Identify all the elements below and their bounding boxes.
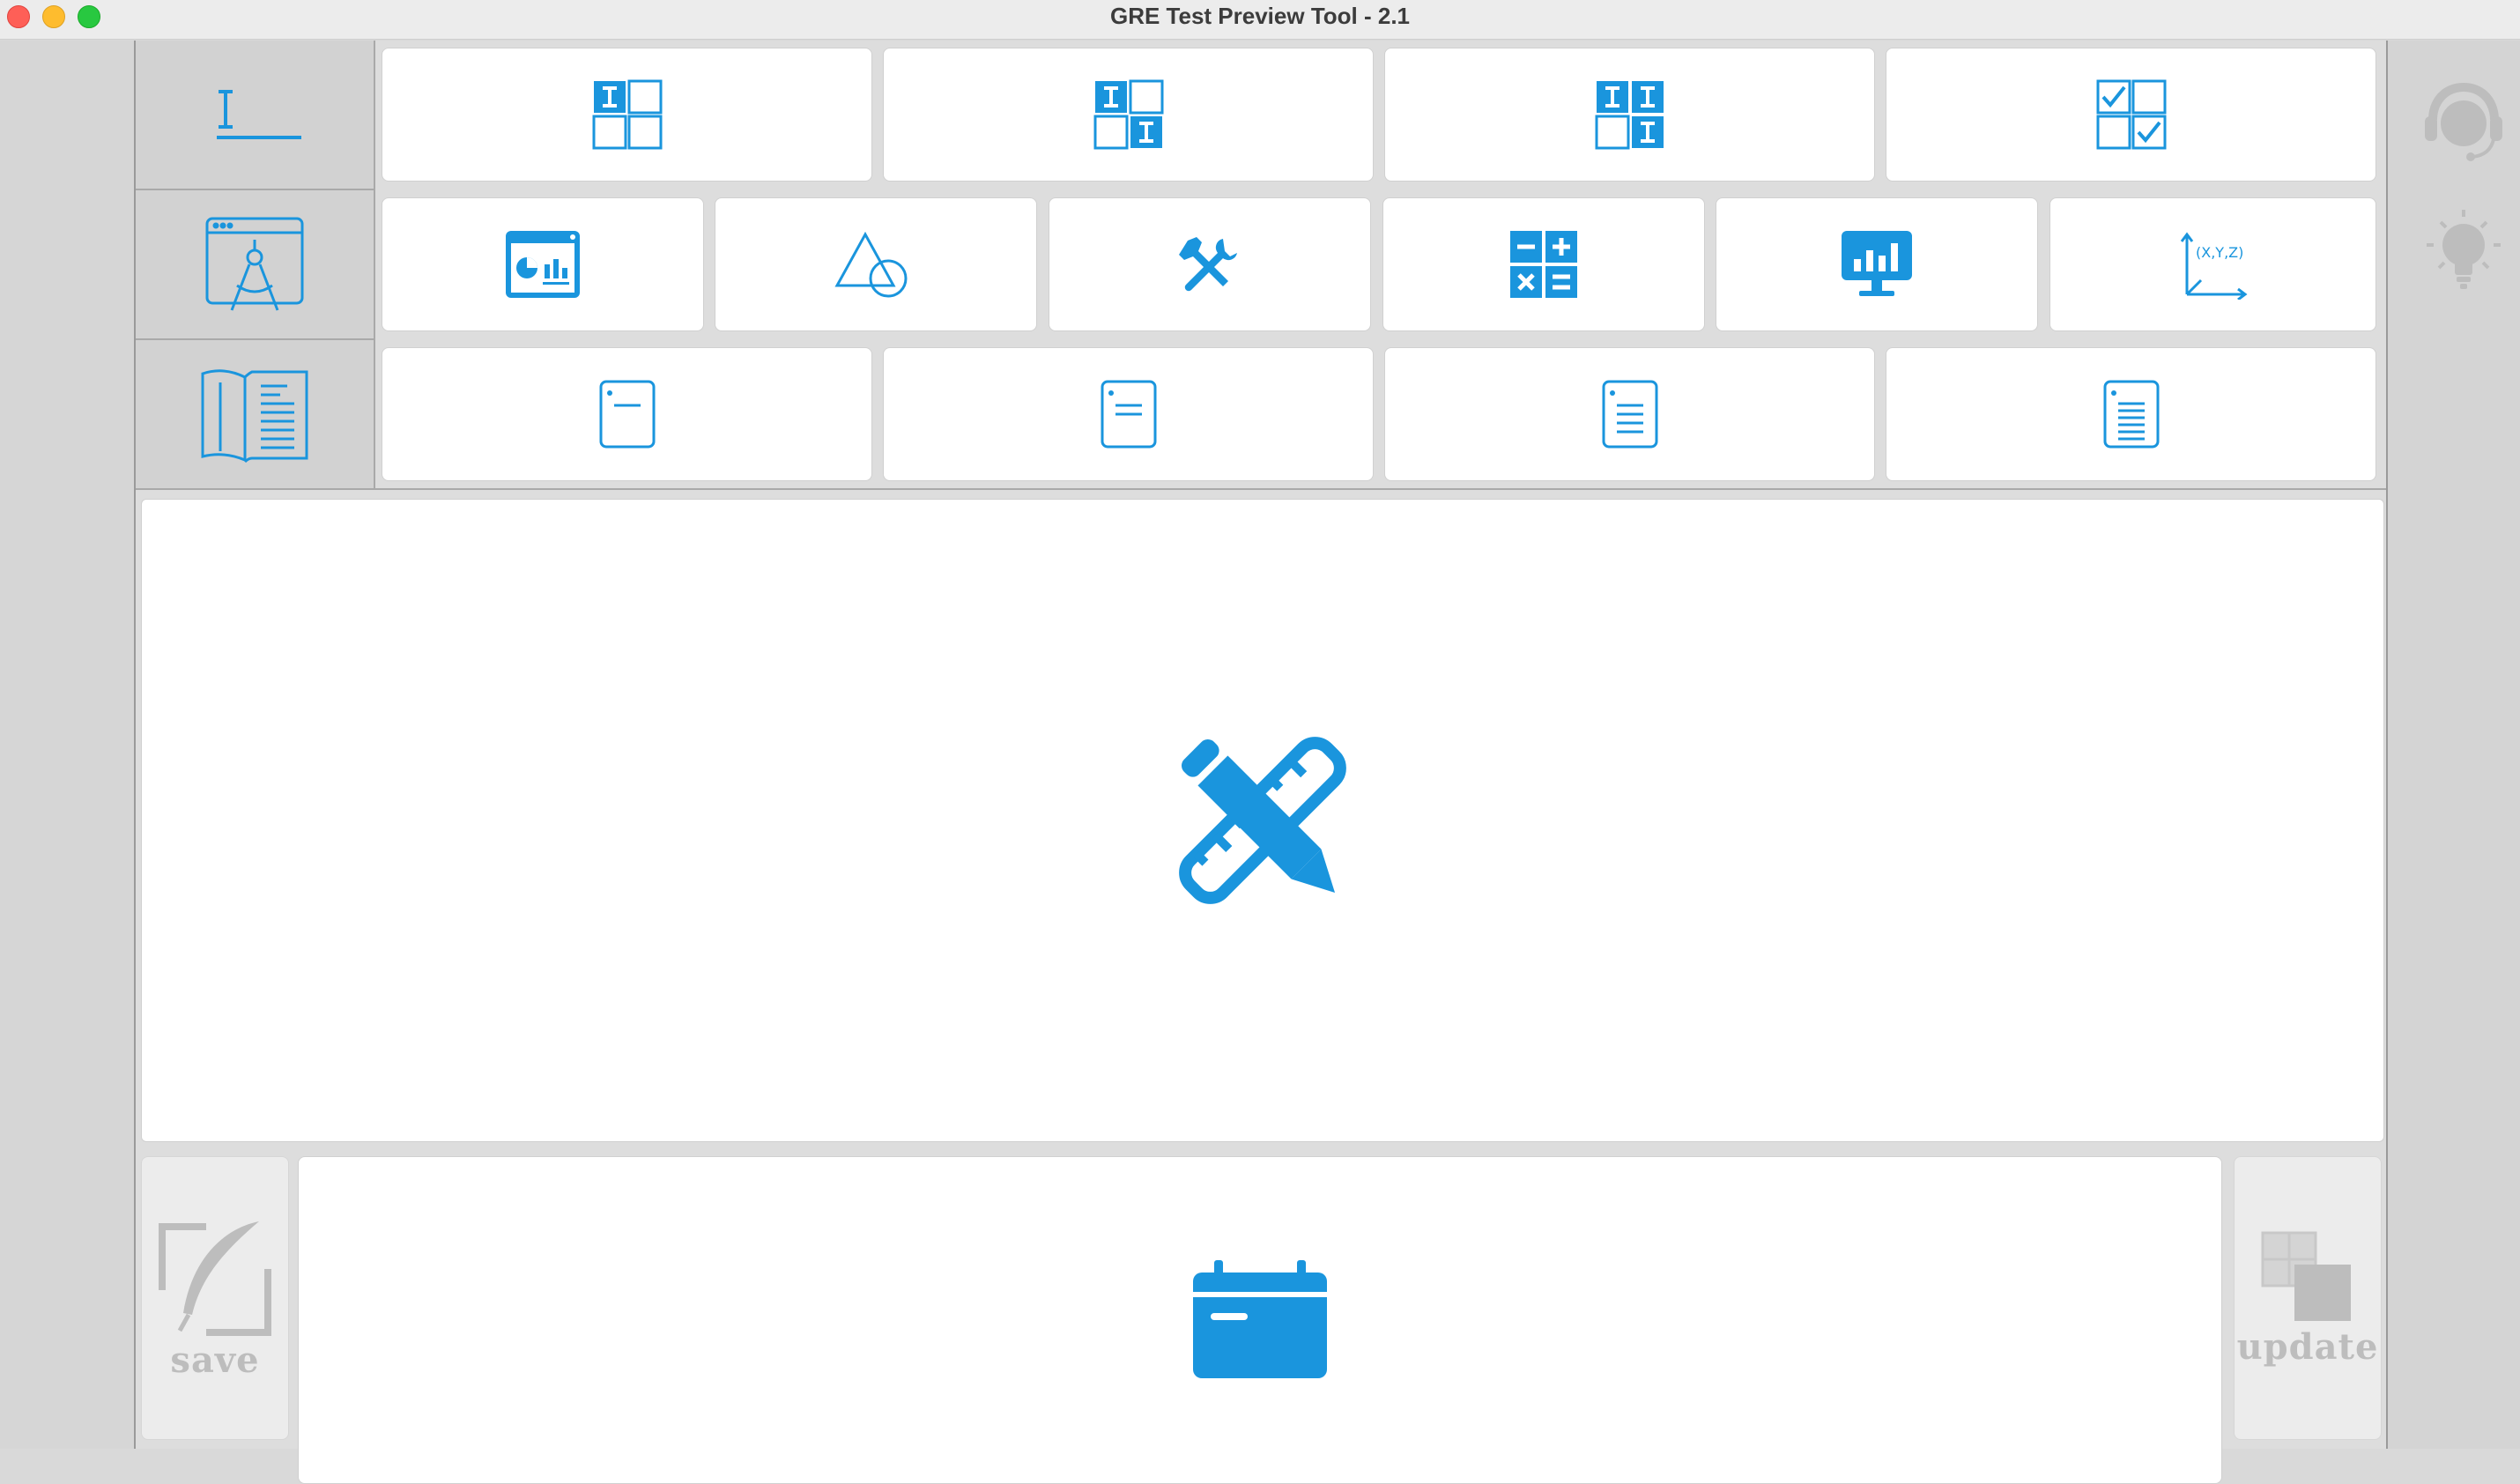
row-header-reading[interactable] xyxy=(136,340,375,490)
data-dashboard-icon xyxy=(506,231,580,298)
option-sentence-equivalence[interactable] xyxy=(1886,48,2376,182)
option-tools[interactable] xyxy=(1049,197,1371,331)
medium-passage-icon xyxy=(1101,380,1156,449)
row-header-text-completion[interactable] xyxy=(136,41,375,190)
row-header-quantitative[interactable] xyxy=(136,190,375,340)
option-long-passage[interactable] xyxy=(1384,347,1875,481)
svg-text:(X,Y,Z): (X,Y,Z) xyxy=(2196,244,2243,261)
design-canvas[interactable] xyxy=(141,499,2384,1142)
save-label: save xyxy=(170,1339,260,1381)
option-medium-passage[interactable] xyxy=(883,347,1374,481)
update-label: update xyxy=(2236,1325,2379,1368)
shapes-icon xyxy=(834,231,908,298)
three-blank-grid-icon xyxy=(1595,81,1664,150)
row-divider xyxy=(136,488,2386,490)
option-geometry[interactable] xyxy=(715,197,1037,331)
main-area: (X,Y,Z) save update xyxy=(136,41,2386,1484)
two-blank-grid-icon xyxy=(1093,79,1163,150)
left-gutter xyxy=(0,41,136,1449)
extra-long-passage-icon xyxy=(2103,380,2159,449)
window-title: GRE Test Preview Tool - 2.1 xyxy=(1109,3,1411,29)
sentence-equivalence-icon xyxy=(2096,79,2166,150)
open-book-icon xyxy=(201,369,308,464)
text-entry-icon xyxy=(217,90,301,139)
update-button[interactable]: update xyxy=(2234,1156,2382,1440)
coordinate-axes-icon: (X,Y,Z) xyxy=(2180,232,2247,300)
right-side-panel xyxy=(2386,41,2520,1449)
schedule-panel[interactable] xyxy=(298,1156,2222,1484)
calculator-icon xyxy=(1510,231,1577,298)
option-short-passage[interactable] xyxy=(382,347,872,481)
option-two-blank[interactable] xyxy=(883,48,1374,182)
tools-icon xyxy=(1179,237,1237,292)
save-quill-icon xyxy=(159,1221,271,1336)
pencil-ruler-icon xyxy=(1179,737,1346,904)
option-extra-long-passage[interactable] xyxy=(1886,347,2376,481)
presentation-chart-icon xyxy=(1842,231,1912,296)
save-button[interactable]: save xyxy=(141,1156,289,1440)
option-coordinate-geometry[interactable]: (X,Y,Z) xyxy=(2049,197,2376,331)
support-agent-icon[interactable] xyxy=(2421,78,2506,162)
one-blank-grid-icon xyxy=(592,79,662,150)
window-titlebar: GRE Test Preview Tool - 2.1 xyxy=(0,0,2520,40)
geometry-compass-icon xyxy=(205,217,304,311)
option-data-interpretation[interactable] xyxy=(382,197,704,331)
lightbulb-icon[interactable] xyxy=(2421,208,2506,293)
short-passage-icon xyxy=(599,380,655,449)
option-one-blank[interactable] xyxy=(382,48,872,182)
option-three-blank[interactable] xyxy=(1384,48,1875,182)
long-passage-icon xyxy=(1602,380,1657,449)
option-calculator[interactable] xyxy=(1382,197,1705,331)
option-presentation-chart[interactable] xyxy=(1716,197,2038,331)
calendar-icon xyxy=(1193,1260,1327,1378)
update-layers-icon xyxy=(2261,1231,2351,1321)
